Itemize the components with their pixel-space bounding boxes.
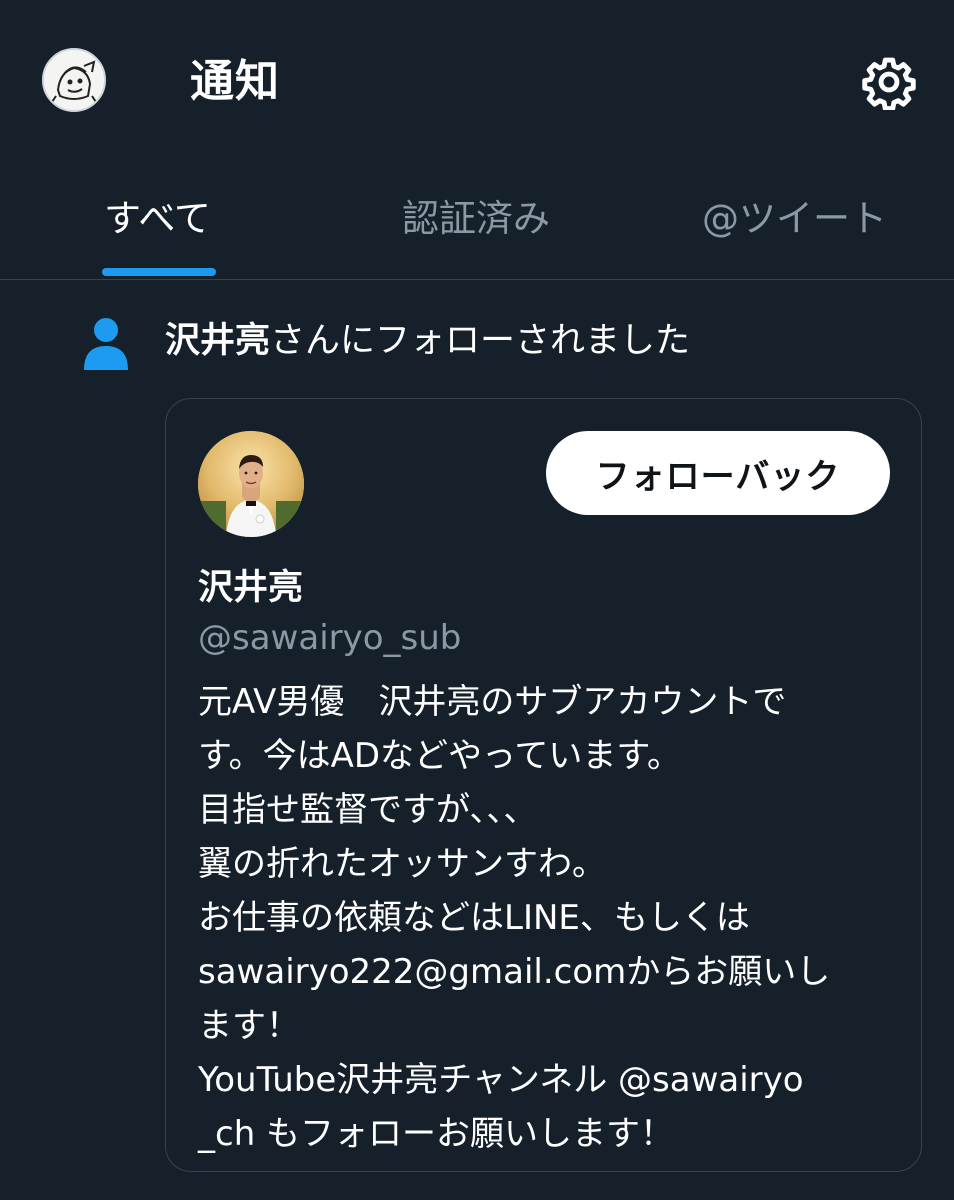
display-name[interactable]: 沢井亮 [198, 565, 303, 611]
bio-line: 翼の折れたオッサンすわ。 [198, 844, 606, 884]
page-title: 通知 [190, 56, 280, 107]
bio-line: ます！ [198, 1006, 300, 1046]
tab-verified[interactable]: 認証済み [402, 194, 550, 244]
follow-back-button[interactable]: フォローバック [546, 431, 890, 515]
notification-text: 沢井亮さんにフォローされました [165, 316, 690, 366]
settings-button[interactable] [858, 51, 920, 113]
tab-mentions[interactable]: @ツイート [702, 194, 887, 244]
tab-bar: すべて 認証済み @ツイート [0, 180, 954, 280]
user-avatar[interactable] [198, 431, 304, 537]
bio-line: お仕事の依頼などはLINE、もしくは [198, 898, 750, 938]
profile-photo-icon [198, 431, 304, 537]
person-icon [82, 316, 130, 370]
bio-line: _ch もフォローお願いします！ [198, 1114, 675, 1154]
notification-message: さんにフォローされました [270, 321, 691, 361]
user-card[interactable]: フォローバック 沢井亮 @sawairyo_sub 元AV男優 沢井亮のサブアカ… [165, 398, 922, 1172]
gear-icon [862, 57, 916, 110]
avatar-illustration-icon [44, 50, 104, 110]
bio-line: 元AV男優 沢井亮のサブアカウントで [198, 682, 787, 722]
bio-line: sawairyo222@gmail.comからお願いし [198, 952, 831, 992]
active-tab-indicator [102, 268, 216, 276]
follower-name[interactable]: 沢井亮 [165, 321, 270, 361]
bio-line: 目指せ監督ですが、、、 [198, 790, 538, 830]
user-bio: 元AV男優 沢井亮のサブアカウントで す。今はADなどやっています。 目指せ監督… [198, 675, 888, 1161]
bio-line: す。今はADなどやっています。 [198, 736, 681, 776]
bio-line: YouTube沢井亮チャンネル @sawairyo [198, 1060, 804, 1100]
account-avatar[interactable] [42, 48, 106, 112]
tab-all[interactable]: すべて [104, 194, 211, 244]
header: 通知 [0, 0, 954, 160]
user-handle[interactable]: @sawairyo_sub [198, 615, 461, 661]
notification-item[interactable]: 沢井亮さんにフォローされました [0, 300, 954, 380]
